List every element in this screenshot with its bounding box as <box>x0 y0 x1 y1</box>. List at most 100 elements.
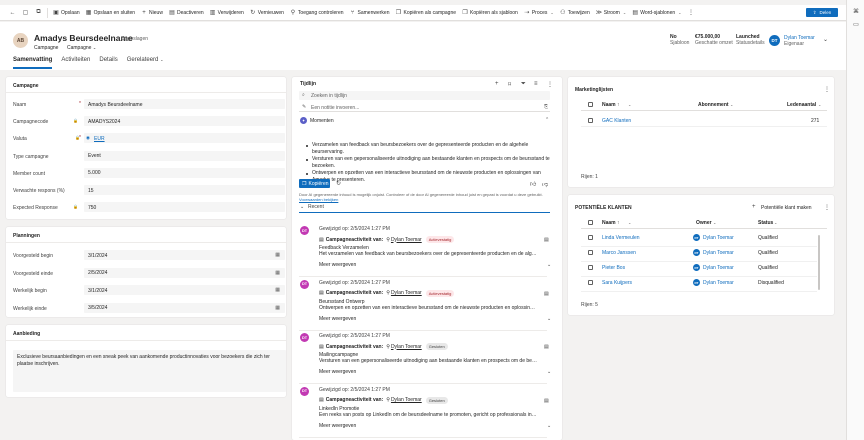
back-icon[interactable]: ← <box>6 7 19 19</box>
expand-header-icon[interactable]: ⌄ <box>823 36 828 43</box>
bookmark-icon[interactable]: ⌑ <box>508 81 511 88</box>
share-button[interactable]: ⇪ Delen <box>806 8 838 17</box>
activity-owner-link[interactable]: Dylan Toemar <box>391 344 422 350</box>
page-icon[interactable]: ▢ <box>19 7 32 19</box>
field-input[interactable]: 5.000 <box>84 167 285 178</box>
copilot-icon[interactable]: ⌘ <box>851 6 861 16</box>
timeline-search-input[interactable]: Zoeken in tijdlijn <box>299 91 550 100</box>
lead-name-link[interactable]: Linda Vermeulen <box>602 235 640 241</box>
date-input[interactable]: 3/5/2024 ▦ <box>84 302 285 313</box>
open-record-icon[interactable]: ▤ <box>544 237 549 243</box>
word-templates-button[interactable]: ▤ Word-sjablonen ⌄ <box>629 7 684 19</box>
row-checkbox[interactable] <box>588 118 593 123</box>
row-checkbox[interactable] <box>588 280 593 285</box>
table-row[interactable]: Pieter Bos DT Dylan Toemar Qualified <box>568 263 816 275</box>
row-checkbox[interactable] <box>588 265 593 270</box>
open-record-icon[interactable]: ▤ <box>544 344 549 350</box>
filter-icon[interactable]: ⏷ <box>521 81 526 88</box>
column-header-owner[interactable]: Owner <box>696 220 712 226</box>
refresh-button[interactable]: ↻ Vernieuwen <box>247 7 287 19</box>
chevron-down-icon[interactable]: ⌄ <box>547 369 551 375</box>
delete-button[interactable]: ▥ Verwijderen <box>207 7 247 19</box>
lead-owner-link[interactable]: Dylan Toemar <box>703 265 734 271</box>
save-button[interactable]: ▣ Opslaan <box>50 7 83 19</box>
scrollbar[interactable] <box>818 235 820 290</box>
show-more-link[interactable]: Meer weergeven <box>319 423 356 429</box>
select-all-checkbox[interactable] <box>588 220 593 225</box>
check-access-button[interactable]: ⚲ Toegang controleren <box>287 7 347 19</box>
chat-icon[interactable]: ▭ <box>851 19 861 29</box>
table-row[interactable]: Marco Janssen DT Dylan Toemar Qualified <box>568 248 816 260</box>
chevron-down-icon[interactable]: ⌄ <box>547 423 551 429</box>
lead-name-link[interactable]: Pieter Bos <box>602 265 625 271</box>
lead-name-link[interactable]: Sara Kuijpers <box>602 280 632 286</box>
flow-button[interactable]: ≫ Stroom ⌄ <box>593 7 629 19</box>
activity-owner-link[interactable]: Dylan Toemar <box>391 237 422 243</box>
offer-textarea[interactable]: Exclusieve beursaanbiedingen en een snea… <box>13 350 286 392</box>
table-row[interactable]: Linda Vermeulen DT Dylan Toemar Qualified <box>568 233 816 245</box>
calendar-icon[interactable]: ▦ <box>275 252 280 258</box>
field-input[interactable]: Amadys Beursdeelname <box>84 99 285 109</box>
thumbs-down-icon[interactable]: 👎︎ <box>542 180 548 188</box>
moments-header[interactable]: Momenten <box>299 116 550 125</box>
save-close-button[interactable]: ▦ Opslaan en sluiten <box>83 7 138 19</box>
merge-button[interactable]: ⑂ Samenwerken <box>347 7 393 19</box>
lead-name-link[interactable]: Marco Janssen <box>602 250 636 256</box>
chevron-up-icon[interactable]: ⌃ <box>545 117 549 123</box>
calendar-icon[interactable]: ▦ <box>275 305 280 311</box>
copy-as-template-button[interactable]: ❐ Kopiëren als sjabloon <box>459 7 521 19</box>
field-input[interactable]: Event <box>84 150 285 161</box>
column-header-name[interactable]: Naam ↑ <box>602 102 620 108</box>
recent-header[interactable]: Recent <box>299 204 550 213</box>
more-commands-icon[interactable]: ⋮ <box>685 7 698 19</box>
field-input[interactable]: 15 <box>84 185 285 195</box>
show-more-link[interactable]: Meer weergeven <box>319 369 356 375</box>
thumbs-up-icon[interactable]: 👍︎ <box>530 180 536 188</box>
date-input[interactable]: 3/1/2024 ▦ <box>84 285 285 295</box>
copy-as-campaign-button[interactable]: ❐ Kopiëren als campagne <box>392 7 459 19</box>
select-all-checkbox[interactable] <box>588 102 593 107</box>
assign-button[interactable]: ⚇ Toewijzen <box>557 7 593 19</box>
field-input[interactable]: AMADYS2024 <box>84 116 285 127</box>
activity-owner-link[interactable]: Dylan Toemar <box>391 290 422 296</box>
calendar-icon[interactable]: ▦ <box>275 287 280 293</box>
copy-button[interactable]: ❐ Kopiëren <box>299 179 330 188</box>
new-button[interactable]: + Nieuw <box>138 7 166 19</box>
row-checkbox[interactable] <box>588 250 593 255</box>
tab-related[interactable]: Gerelateerd ⌄ <box>127 57 164 69</box>
calendar-icon[interactable]: ▦ <box>275 270 280 276</box>
date-input[interactable]: 2/5/2024 ▦ <box>84 267 285 278</box>
activity-owner-link[interactable]: Dylan Toemar <box>391 397 422 403</box>
show-more-link[interactable]: Meer weergeven <box>319 262 356 268</box>
form-selector[interactable]: Campagne ⌄ <box>67 45 96 51</box>
table-row[interactable]: Sara Kuijpers DT Dylan Toemar Disqualified <box>568 278 816 290</box>
lead-owner-link[interactable]: Dylan Toemar <box>703 250 734 256</box>
new-lead-button[interactable]: Potentiële klant maken <box>761 205 812 211</box>
popout-icon[interactable]: ⧉ <box>32 7 45 19</box>
column-header-subscription[interactable]: Abonnement <box>698 102 729 108</box>
row-checkbox[interactable] <box>588 235 593 240</box>
open-record-icon[interactable]: ▤ <box>544 291 549 297</box>
deactivate-button[interactable]: ▤ Deactiveren <box>166 7 207 19</box>
more-icon[interactable]: ⋮ <box>547 81 553 88</box>
note-input[interactable]: Een notitie invoeren... <box>299 103 550 112</box>
refresh-icon[interactable]: ↻ <box>336 180 341 187</box>
tab-summary[interactable]: Samenvatting <box>13 57 53 69</box>
lead-owner-link[interactable]: Dylan Toemar <box>703 235 734 241</box>
process-button[interactable]: ⇢ Proces ⌄ <box>521 7 557 19</box>
attach-icon[interactable]: ⎘ <box>544 104 548 110</box>
chevron-down-icon[interactable]: ⌄ <box>547 262 551 268</box>
plus-icon[interactable]: + <box>495 81 499 87</box>
tab-activities[interactable]: Activiteiten <box>61 57 90 69</box>
show-more-link[interactable]: Meer weergeven <box>319 316 356 322</box>
date-input[interactable]: 3/1/2024 ▦ <box>84 250 285 260</box>
field-input[interactable]: 750 <box>84 202 285 213</box>
more-icon[interactable]: ⋮ <box>824 86 830 93</box>
open-record-icon[interactable]: ▤ <box>544 398 549 404</box>
column-header-status[interactable]: Status <box>758 220 773 226</box>
list-name-link[interactable]: GAC Klanten <box>602 118 631 124</box>
field-input[interactable]: EUR <box>84 133 285 144</box>
tab-details[interactable]: Details <box>99 57 117 69</box>
list-icon[interactable]: ≡ <box>534 81 538 87</box>
column-header-member-count[interactable]: Ledenaantal <box>787 102 816 108</box>
